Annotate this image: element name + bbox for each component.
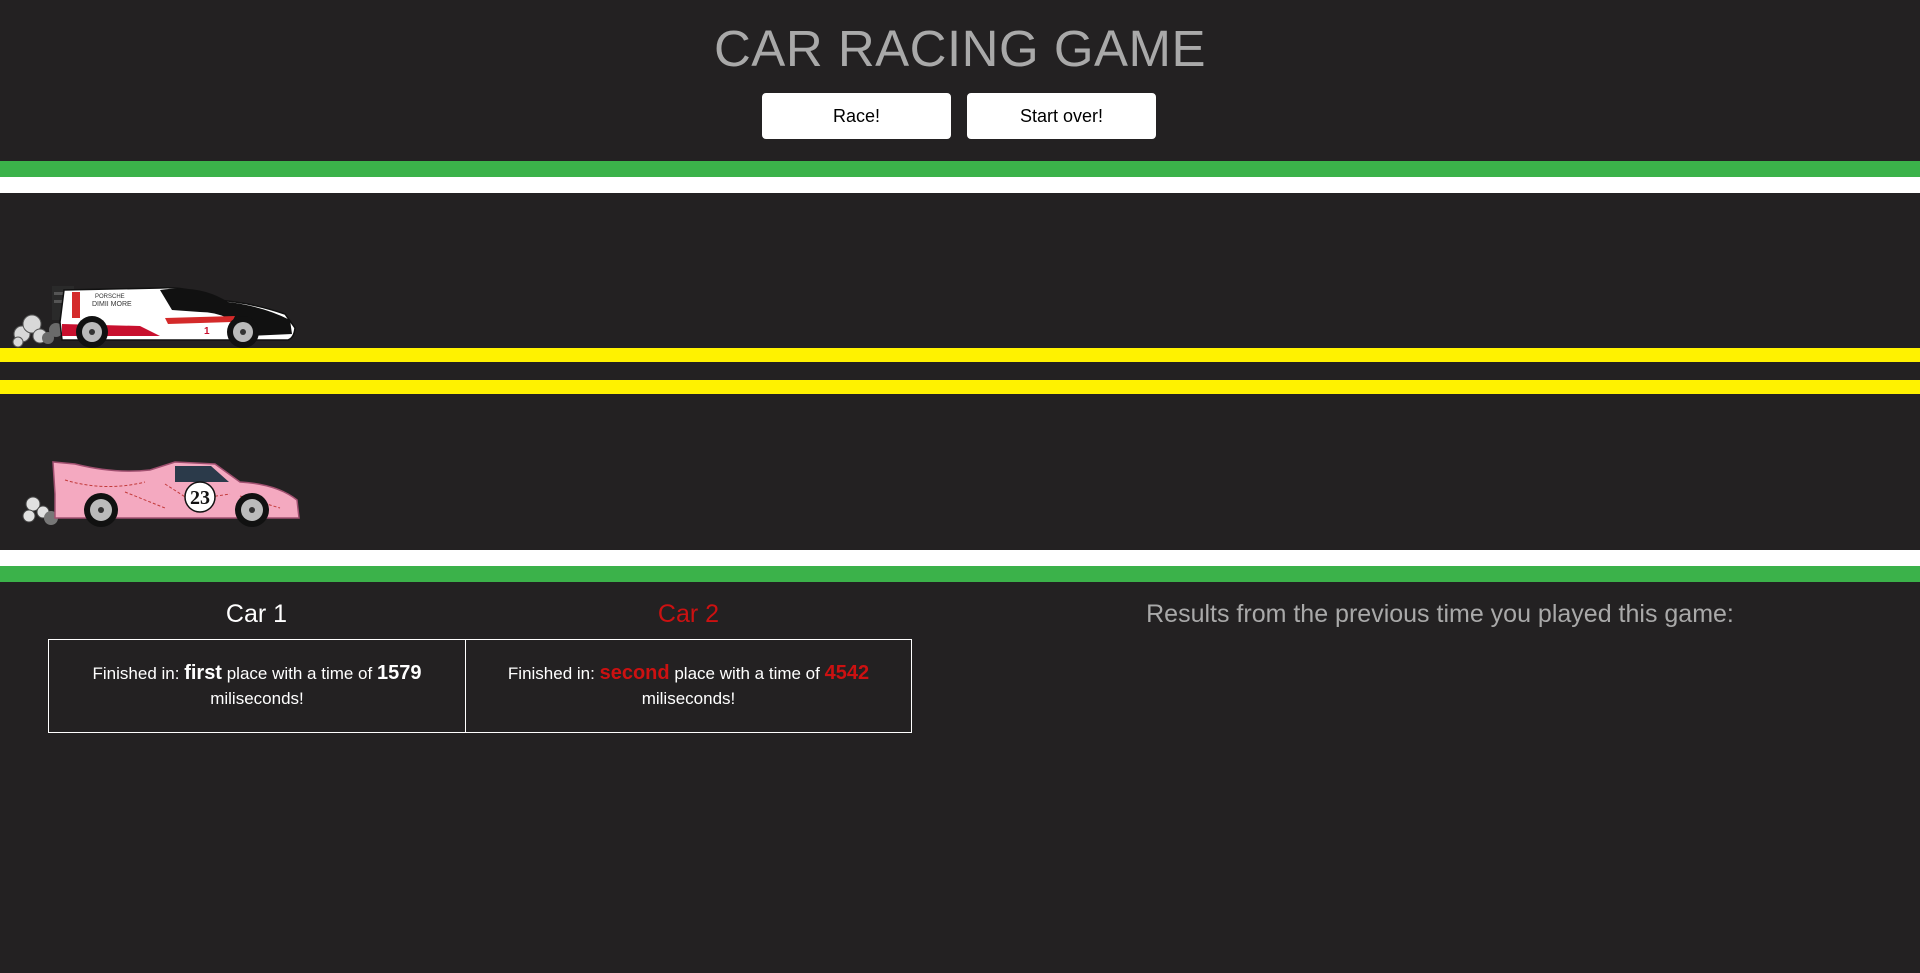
- car-2-result-cell: Finished in: second place with a time of…: [465, 639, 912, 733]
- car-1-number: 1: [204, 326, 210, 337]
- car-1-result-cell: Finished in: first place with a time of …: [48, 639, 466, 733]
- car-2-place: second: [599, 662, 670, 684]
- edge-line-top: [0, 177, 1920, 193]
- car-2-number: 23: [190, 487, 210, 509]
- page-title: CAR RACING GAME: [713, 20, 1207, 77]
- edge-line-bottom: [0, 550, 1920, 566]
- car-2-result-suffix: miliseconds!: [641, 689, 736, 708]
- previous-results-heading: Results from the previous time you playe…: [1146, 600, 1734, 628]
- car-1-livery-text: DIMII MORE: [92, 301, 132, 308]
- start-over-button[interactable]: Start over!: [967, 93, 1156, 139]
- car-1-result-prefix: Finished in:: [92, 664, 180, 683]
- race-game-page: CAR RACING GAME Race! Start over! PORSCH…: [0, 0, 1920, 973]
- car-2-time: 4542: [824, 662, 870, 684]
- car-2-icon: 23: [22, 461, 300, 527]
- svg-text:PORSCHE: PORSCHE: [95, 294, 125, 300]
- car-2-result-prefix: Finished in:: [507, 664, 595, 683]
- car-2-result-heading: Car 2: [657, 600, 720, 628]
- car-2-result-middle: place with a time of: [674, 664, 820, 683]
- car-1-icon: PORSCHE DIMII MORE 1: [12, 286, 296, 348]
- race-button[interactable]: Race!: [762, 93, 951, 139]
- grass-stripe-top: [0, 161, 1920, 177]
- car-1-result-suffix: miliseconds!: [210, 689, 304, 708]
- grass-stripe-bottom: [0, 566, 1920, 582]
- center-line-upper: [0, 348, 1920, 362]
- center-line-lower: [0, 380, 1920, 394]
- car-1-time: 1579: [376, 662, 422, 684]
- car-1-result-heading: Car 1: [225, 600, 288, 628]
- car-1-place: first: [184, 662, 222, 684]
- car-1-result-middle: place with a time of: [226, 664, 373, 683]
